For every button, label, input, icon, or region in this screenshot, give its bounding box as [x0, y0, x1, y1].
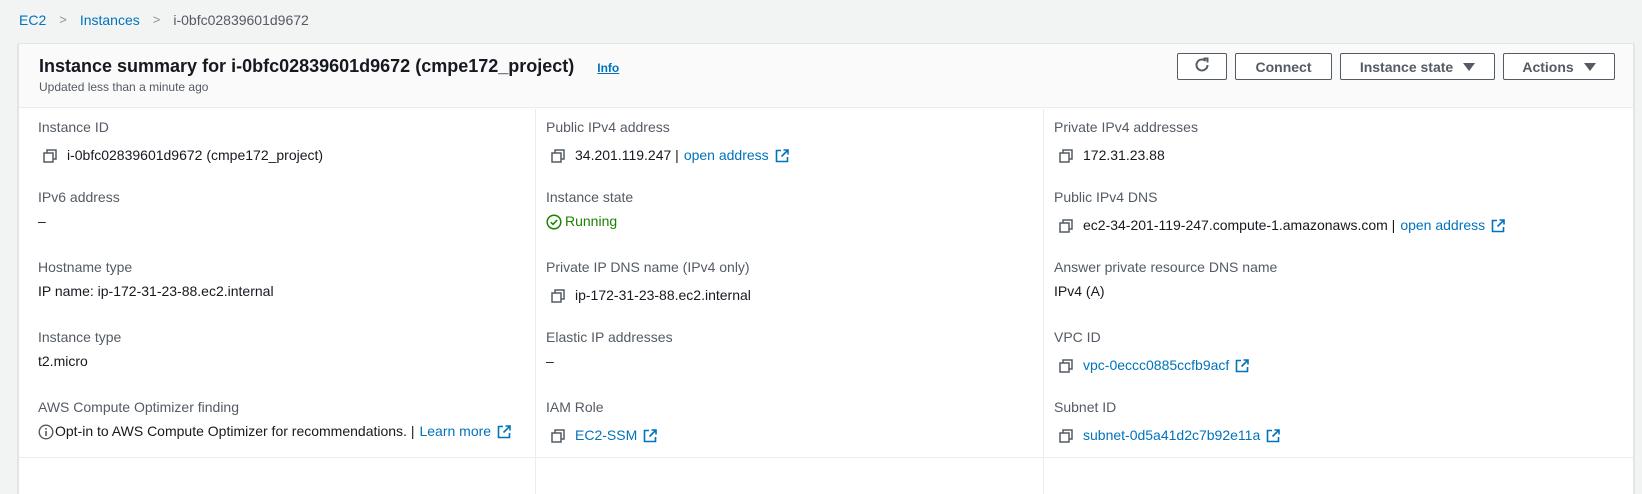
field-label: AWS Compute Optimizer finding	[38, 399, 239, 415]
instance-type-value: t2.micro	[38, 353, 88, 369]
open-address-link[interactable]: open address	[684, 147, 769, 164]
field-ipv6: IPv6 address –	[38, 189, 120, 230]
field-instance-state: Instance state Running	[546, 189, 633, 230]
copy-icon[interactable]	[551, 428, 565, 443]
page-title: Instance summary for i-0bfc02839601d9672…	[39, 56, 575, 76]
external-link-icon[interactable]	[1266, 428, 1281, 443]
learn-more-link[interactable]: Learn more	[419, 423, 491, 440]
copy-icon[interactable]	[1059, 148, 1073, 163]
optimizer-text: Opt-in to AWS Compute Optimizer for reco…	[55, 423, 415, 439]
field-subnet-id: Subnet ID subnet-0d5a41d2c7b92e11a	[1054, 399, 1281, 444]
external-link-icon[interactable]	[643, 428, 658, 443]
info-circle-icon	[38, 423, 54, 440]
field-label: Subnet ID	[1054, 399, 1117, 415]
copy-icon[interactable]	[551, 288, 565, 303]
external-link-icon[interactable]	[497, 424, 511, 439]
field-public-dns: Public IPv4 DNS ec2-34-201-119-247.compu…	[1054, 189, 1505, 234]
field-label: Answer private resource DNS name	[1054, 259, 1278, 275]
field-label: VPC ID	[1054, 329, 1101, 345]
field-iam-role: IAM Role EC2-SSM	[546, 399, 658, 444]
instance-id-value: i-0bfc02839601d9672 (cmpe172_project)	[67, 147, 324, 163]
breadcrumb-separator: >	[59, 12, 67, 27]
field-label: Public IPv4 address	[546, 119, 670, 135]
check-circle-icon	[546, 213, 562, 230]
connect-button[interactable]: Connect	[1235, 53, 1332, 80]
panel-divider	[19, 457, 1633, 458]
details-column-1: Instance ID i-0bfc02839601d9672 (cmpe172…	[19, 109, 535, 494]
instance-state-button[interactable]: Instance state	[1340, 53, 1495, 80]
external-link-icon[interactable]	[1235, 358, 1250, 373]
field-label: IAM Role	[546, 399, 604, 415]
instance-state-value: Running	[565, 213, 618, 229]
field-instance-id: Instance ID i-0bfc02839601d9672 (cmpe172…	[38, 119, 323, 164]
field-label: IPv6 address	[38, 189, 120, 205]
field-label: Hostname type	[38, 259, 133, 275]
copy-icon[interactable]	[1059, 428, 1073, 443]
field-optimizer: AWS Compute Optimizer finding Opt-in to …	[38, 399, 511, 440]
refresh-button[interactable]	[1177, 53, 1227, 80]
open-address-link[interactable]: open address	[1400, 217, 1485, 234]
private-ip-dns-value: ip-172-31-23-88.ec2.internal	[575, 287, 751, 303]
field-label: Instance ID	[38, 119, 109, 135]
details-column-3: Private IPv4 addresses 172.31.23.88 Publ…	[1043, 109, 1633, 494]
breadcrumb-current: i-0bfc02839601d9672	[173, 12, 309, 28]
hostname-type-value: IP name: ip-172-31-23-88.ec2.internal	[38, 283, 274, 299]
breadcrumb-separator: >	[152, 12, 161, 27]
field-private-ip-dns: Private IP DNS name (IPv4 only) ip-172-3…	[546, 259, 751, 304]
external-link-icon[interactable]	[775, 148, 789, 163]
field-label: Instance type	[38, 329, 122, 345]
copy-icon[interactable]	[1059, 218, 1073, 233]
breadcrumb: EC2 > Instances > i-0bfc02839601d9672	[19, 11, 309, 29]
actions-button[interactable]: Actions	[1503, 53, 1615, 80]
field-instance-type: Instance type t2.micro	[38, 329, 121, 370]
caret-down-icon	[1463, 62, 1476, 71]
iam-role-link[interactable]: EC2-SSM	[575, 427, 637, 444]
copy-icon[interactable]	[551, 148, 565, 163]
elastic-ip-value: –	[546, 353, 554, 369]
ipv6-value: –	[38, 213, 46, 229]
copy-icon[interactable]	[1059, 358, 1073, 373]
field-label: Private IPv4 addresses	[1054, 119, 1198, 135]
field-answer-dns: Answer private resource DNS name IPv4 (A…	[1054, 259, 1277, 300]
field-elastic-ip: Elastic IP addresses –	[546, 329, 673, 370]
actions-label: Actions	[1522, 58, 1574, 75]
breadcrumb-ec2[interactable]: EC2	[19, 11, 46, 29]
updated-subtitle: Updated less than a minute ago	[39, 80, 209, 94]
field-private-ipv4: Private IPv4 addresses 172.31.23.88	[1054, 119, 1198, 164]
public-dns-value: ec2-34-201-119-247.compute-1.amazonaws.c…	[1083, 217, 1396, 233]
breadcrumb-instances[interactable]: Instances	[80, 11, 140, 29]
field-vpc-id: VPC ID vpc-0eccc0885ccfb9acf	[1054, 329, 1250, 374]
field-hostname-type: Hostname type IP name: ip-172-31-23-88.e…	[38, 259, 274, 300]
field-label: Private IP DNS name (IPv4 only)	[546, 259, 750, 275]
public-ipv4-value: 34.201.119.247 |	[575, 147, 679, 163]
field-label: Elastic IP addresses	[546, 329, 673, 345]
field-label: Instance state	[546, 189, 634, 205]
instance-summary-panel: Instance summary for i-0bfc02839601d9672…	[18, 43, 1634, 494]
copy-icon[interactable]	[43, 148, 57, 163]
header-actions: Connect Instance state Actions	[1177, 53, 1615, 80]
info-link[interactable]: Info	[597, 61, 619, 75]
refresh-icon	[1193, 56, 1211, 77]
field-label: Public IPv4 DNS	[1054, 189, 1158, 205]
answer-dns-value: IPv4 (A)	[1054, 283, 1105, 299]
instance-state-label: Instance state	[1359, 58, 1454, 75]
private-ipv4-value: 172.31.23.88	[1083, 147, 1165, 163]
subnet-id-link[interactable]: subnet-0d5a41d2c7b92e11a	[1083, 427, 1260, 444]
vpc-id-link[interactable]: vpc-0eccc0885ccfb9acf	[1083, 357, 1229, 374]
caret-down-icon	[1583, 62, 1596, 71]
panel-header: Instance summary for i-0bfc02839601d9672…	[19, 44, 1633, 108]
external-link-icon[interactable]	[1491, 218, 1505, 233]
field-public-ipv4: Public IPv4 address 34.201.119.247 | ope…	[546, 119, 789, 164]
details-column-2: Public IPv4 address 34.201.119.247 | ope…	[535, 109, 1043, 494]
